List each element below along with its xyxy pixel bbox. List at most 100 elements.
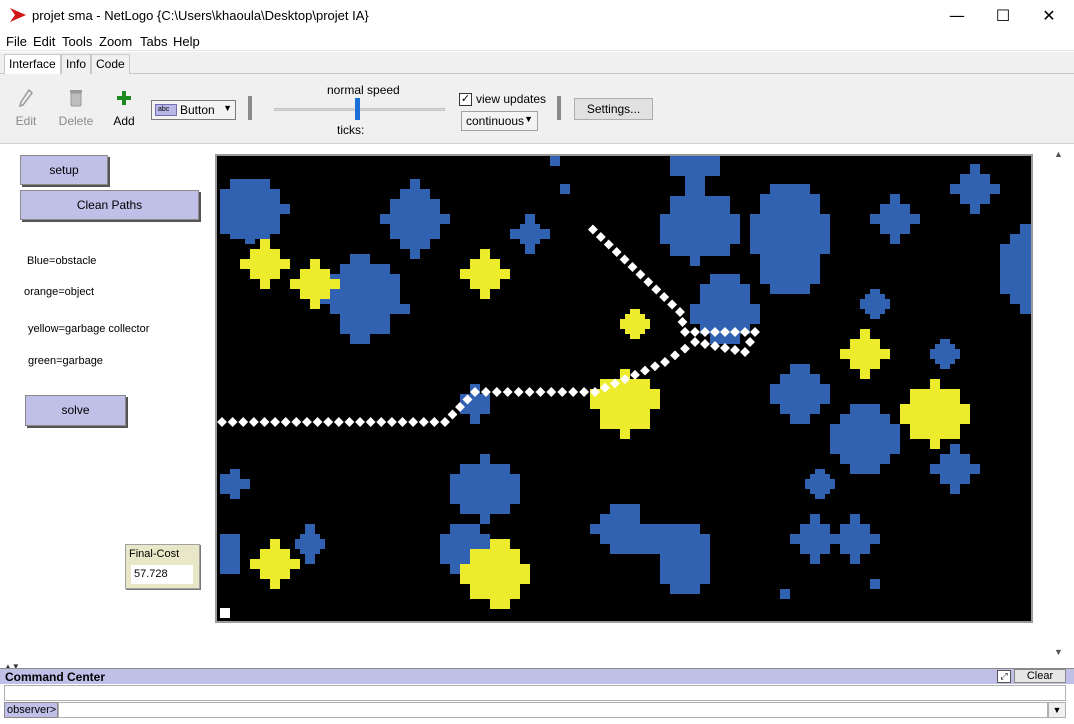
obstacle-patch — [930, 339, 960, 369]
minimize-button[interactable]: — — [934, 0, 980, 31]
tab-interface[interactable]: Interface — [4, 54, 61, 75]
path-marker — [440, 417, 450, 427]
path-marker — [535, 387, 546, 397]
menu-tabs[interactable]: Tabs — [140, 34, 167, 49]
collector-patch — [460, 249, 510, 299]
netlogo-logo-icon — [10, 8, 26, 22]
obstacle-patch — [860, 289, 890, 319]
obstacle-patch — [805, 469, 835, 499]
update-mode-value: continuous — [466, 114, 525, 128]
path-marker — [595, 232, 606, 242]
speed-label: normal speed — [327, 83, 400, 97]
path-marker — [675, 307, 685, 317]
menu-tools[interactable]: Tools — [62, 34, 92, 49]
settings-button[interactable]: Settings... — [574, 98, 653, 120]
obstacle-patch — [930, 444, 980, 494]
menu-zoom[interactable]: Zoom — [99, 34, 132, 49]
path-marker — [650, 361, 660, 372]
path-marker — [397, 417, 408, 427]
delete-button[interactable]: Delete — [56, 88, 96, 128]
path-marker — [259, 417, 270, 427]
scroll-up-icon[interactable]: ▲ — [1054, 149, 1063, 159]
path-marker — [635, 269, 646, 280]
command-center-title: Command Center — [5, 670, 106, 684]
tab-code[interactable]: Code — [91, 54, 130, 74]
maximize-button[interactable]: ☐ — [980, 0, 1026, 31]
menu-edit[interactable]: Edit — [33, 34, 55, 49]
obstacle-patch — [320, 254, 410, 344]
speed-slider-thumb[interactable] — [355, 98, 360, 120]
menu-help[interactable]: Help — [173, 34, 200, 49]
edit-label: Edit — [15, 114, 37, 128]
path-marker — [643, 277, 654, 287]
path-marker — [730, 345, 740, 355]
note-orange: orange=object — [24, 286, 95, 298]
path-marker — [557, 387, 568, 397]
obstacle-patch — [780, 579, 880, 599]
expand-icon[interactable]: ⤢ — [997, 670, 1011, 683]
path-marker — [447, 409, 458, 420]
path-marker — [513, 387, 524, 397]
clean-paths-button[interactable]: Clean Paths — [20, 190, 199, 220]
path-marker — [355, 417, 365, 427]
monitor-value: 57.728 — [131, 565, 193, 584]
widget-type-select[interactable]: abc Button ▼ — [151, 100, 236, 120]
toolbar: Edit Delete Add abc Button ▼ normal spee… — [0, 74, 1074, 144]
button-widget-icon: abc — [155, 104, 177, 116]
command-input[interactable] — [58, 702, 1048, 718]
chevron-down-icon: ▼ — [524, 114, 533, 124]
path-marker — [238, 417, 249, 427]
tab-info[interactable]: Info — [61, 54, 92, 74]
vertical-scrollbar[interactable]: ▲ ▼ — [1050, 145, 1074, 662]
note-green: green=garbage — [28, 355, 103, 367]
path-marker — [376, 417, 387, 427]
obstacle-patch — [1000, 224, 1031, 314]
obstacle-patch — [450, 454, 520, 524]
path-marker — [640, 365, 650, 376]
observer-selector[interactable]: observer> — [4, 702, 58, 718]
widget-type-value: Button — [180, 103, 215, 117]
path-marker — [667, 299, 678, 310]
path-marker — [270, 417, 281, 427]
clear-button[interactable]: Clear — [1014, 669, 1066, 683]
path-marker — [386, 417, 397, 427]
add-button[interactable]: Add — [104, 88, 144, 128]
path-marker — [333, 417, 344, 427]
edit-button[interactable]: Edit — [6, 88, 46, 128]
view-updates-label: view updates — [476, 92, 547, 106]
world-canvas[interactable] — [217, 156, 1031, 621]
path-marker — [587, 224, 598, 235]
obstacle-patch — [660, 156, 740, 266]
path-marker — [690, 327, 700, 337]
note-yellow: yellow=garbage collector — [28, 323, 150, 335]
path-marker — [630, 369, 640, 380]
solve-button[interactable]: solve — [25, 395, 126, 426]
monitor-label: Final-Cost — [129, 548, 180, 560]
path-marker — [408, 417, 419, 427]
update-mode-select[interactable]: continuous ▼ — [461, 111, 538, 131]
command-center-header: Command Center ⤢ Clear — [0, 668, 1074, 684]
close-button[interactable]: ✕ — [1026, 0, 1072, 31]
menu-file[interactable]: File — [6, 34, 27, 49]
path-marker — [280, 417, 291, 427]
command-input-row: observer> ▼ — [0, 702, 1074, 718]
collector-patch — [250, 539, 300, 589]
path-marker — [603, 239, 614, 250]
history-chevron-down-icon[interactable]: ▼ — [1048, 702, 1066, 718]
obstacle-patch — [770, 364, 830, 424]
path-marker — [619, 254, 630, 265]
path-marker — [568, 387, 579, 397]
scroll-down-icon[interactable]: ▼ — [1054, 647, 1063, 657]
world-view[interactable] — [215, 154, 1033, 623]
obstacle-patch — [590, 504, 710, 594]
path-marker — [677, 317, 688, 327]
collector-patch — [620, 309, 650, 339]
obstacle-patch — [295, 524, 325, 564]
view-updates-checkbox[interactable]: ✓ — [459, 93, 472, 106]
path-marker — [659, 292, 670, 302]
path-marker — [745, 337, 755, 347]
pencil-icon — [19, 89, 33, 107]
path-marker — [248, 417, 259, 427]
command-center: ▲▼ Command Center ⤢ Clear observer> ▼ — [0, 662, 1074, 724]
setup-button[interactable]: setup — [20, 155, 108, 185]
